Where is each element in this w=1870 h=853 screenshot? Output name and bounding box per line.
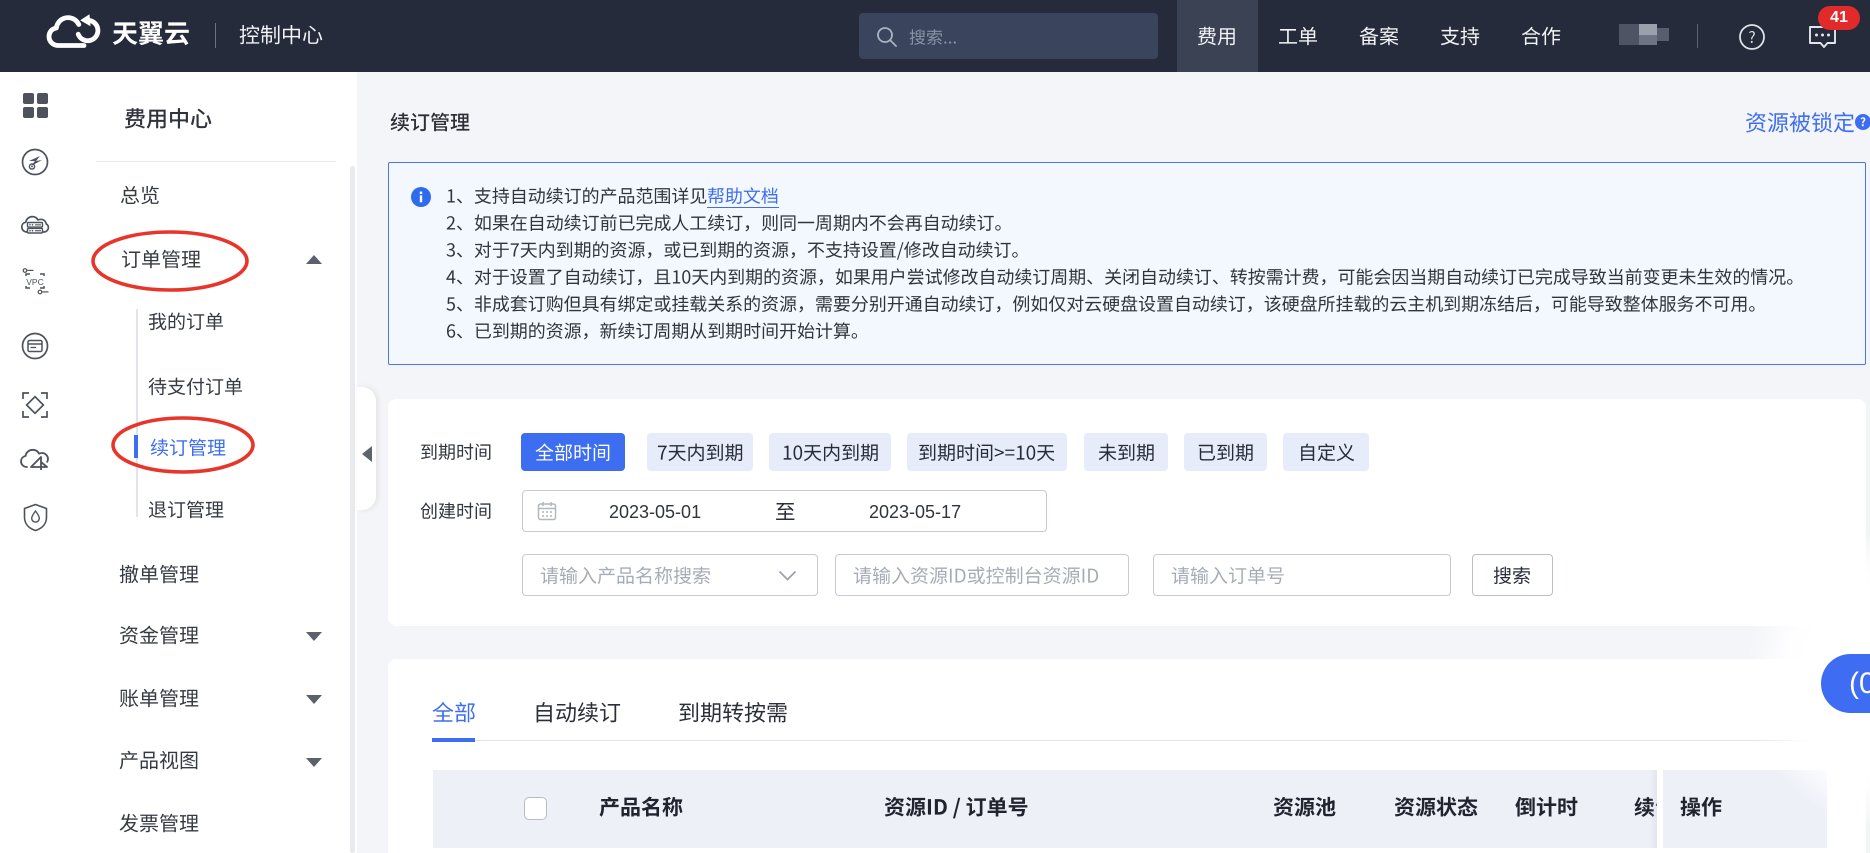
svg-text:VPC: VPC [26, 277, 43, 287]
